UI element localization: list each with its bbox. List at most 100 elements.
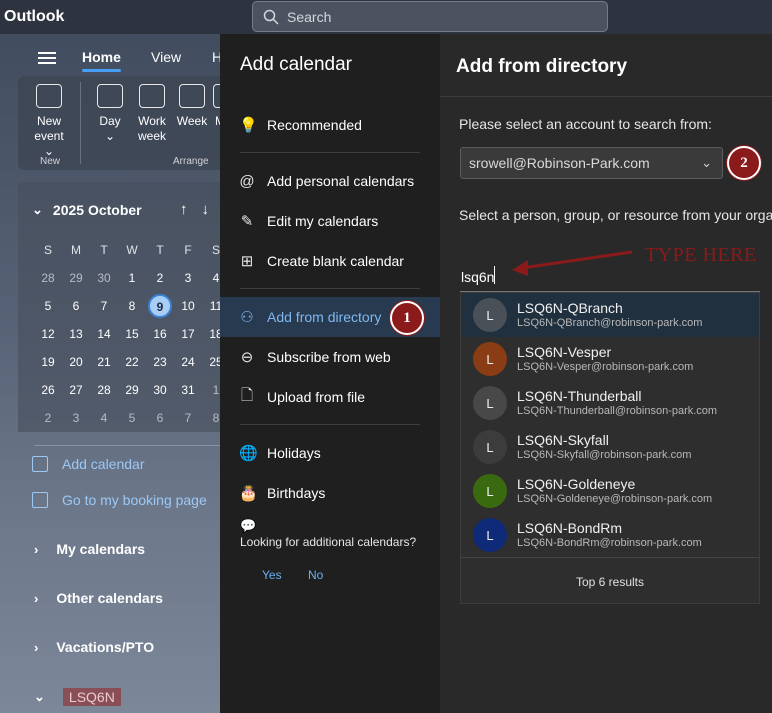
today-marker: 9 xyxy=(148,294,172,318)
section-my-calendars[interactable]: › My calendars xyxy=(34,541,145,557)
calendar-day[interactable]: 6 xyxy=(62,299,90,313)
section-label: Vacations/PTO xyxy=(56,639,155,655)
work-week-icon xyxy=(139,84,165,108)
calendar-day[interactable]: 29 xyxy=(62,271,90,285)
hamburger-menu-icon[interactable] xyxy=(38,52,56,64)
calendar-day[interactable]: 1 xyxy=(118,271,146,285)
calendar-day[interactable]: 6 xyxy=(146,411,174,425)
result-item[interactable]: L LSQ6N-BondRm LSQ6N-BondRm@robinson-park.… xyxy=(461,513,759,557)
calendar-day[interactable]: 12 xyxy=(34,327,62,341)
at-icon: @ xyxy=(239,172,255,190)
menu-birthdays[interactable]: 🎂 Birthdays xyxy=(220,473,440,513)
menu-upload-file[interactable]: 🗋 Upload from file xyxy=(220,377,440,417)
calendar-day[interactable]: 19 xyxy=(34,355,62,369)
result-item[interactable]: L LSQ6N-QBranch LSQ6N-QBranch@robinson-par… xyxy=(461,293,759,337)
menu-label: Add from directory xyxy=(267,309,382,325)
week-view-label: Week xyxy=(176,114,208,128)
weekday-row: S M T W T F S xyxy=(34,236,230,264)
chevron-down-icon: ⌄ xyxy=(701,155,712,170)
section-lsq6n[interactable]: ⌄ LSQ6N xyxy=(34,688,121,706)
menu-label: Add personal calendars xyxy=(267,173,415,189)
new-event-button[interactable]: New event ⌄ xyxy=(28,84,70,159)
calendar-day[interactable]: 28 xyxy=(34,271,62,285)
calendar-day[interactable]: 7 xyxy=(90,299,118,313)
calendar-add-icon: ⊞ xyxy=(240,253,254,270)
calendar-new-icon xyxy=(36,84,62,108)
calendar-day[interactable]: 4 xyxy=(90,411,118,425)
calendar-day[interactable]: 3 xyxy=(62,411,90,425)
calendar-day[interactable]: 13 xyxy=(62,327,90,341)
calendar-day[interactable]: 28 xyxy=(90,383,118,397)
calendar-day[interactable]: 29 xyxy=(118,383,146,397)
day-view-button[interactable]: Day ⌄ xyxy=(92,84,128,144)
group-arrange-label: Arrange xyxy=(173,156,209,167)
calendar-day[interactable]: 3 xyxy=(174,271,202,285)
calendar-day[interactable]: 8 xyxy=(118,299,146,313)
calendar-day[interactable]: 23 xyxy=(146,355,174,369)
section-other-calendars[interactable]: › Other calendars xyxy=(34,590,163,606)
menu-create-blank[interactable]: ⊞ Create blank calendar xyxy=(220,241,440,281)
section-vacations[interactable]: › Vacations/PTO xyxy=(34,639,154,655)
add-calendar-link[interactable]: Add calendar xyxy=(32,456,145,472)
feedback-prompt: 💬 Looking for additional calendars? xyxy=(240,518,420,550)
result-email: LSQ6N-Thunderball@robinson-park.com xyxy=(517,405,718,417)
calendar-day[interactable]: 27 xyxy=(62,383,90,397)
calendar-day[interactable]: 30 xyxy=(90,271,118,285)
result-item[interactable]: L LSQ6N-Vesper LSQ6N-Vesper@robinson-park.… xyxy=(461,337,759,381)
result-item[interactable]: L LSQ6N-Thunderball LSQ6N-Thunderball@robi… xyxy=(461,381,759,425)
menu-recommended[interactable]: 💡 Recommended xyxy=(220,105,440,145)
cake-icon: 🎂 xyxy=(239,485,258,502)
calendar-day[interactable]: 24 xyxy=(174,355,202,369)
calendar-day[interactable]: 5 xyxy=(118,411,146,425)
result-name: LSQ6N-Vesper xyxy=(517,344,612,360)
calendar-day[interactable]: 9 xyxy=(146,294,174,318)
week-view-button[interactable]: Week xyxy=(174,84,210,129)
calendar-day[interactable]: 5 xyxy=(34,299,62,313)
mini-calendar-header[interactable]: ⌄ 2025 October xyxy=(32,202,142,218)
calendar-day[interactable]: 16 xyxy=(146,327,174,341)
menu-holidays[interactable]: 🌐 Holidays xyxy=(220,433,440,473)
week-view-icon xyxy=(179,84,205,108)
day-dropdown-label: ⌄ xyxy=(104,129,116,143)
calendar-day[interactable]: 22 xyxy=(118,355,146,369)
result-item[interactable]: L LSQ6N-Skyfall LSQ6N-Skyfall@robinson-par… xyxy=(461,425,759,469)
calendar-day[interactable]: 2 xyxy=(146,271,174,285)
result-item[interactable]: L LSQ6N-Goldeneye LSQ6N-Goldeneye@robinson… xyxy=(461,469,759,513)
calendar-day[interactable]: 17 xyxy=(174,327,202,341)
result-email: LSQ6N-Goldeneye@robinson-park.com xyxy=(517,493,713,505)
calendar-day[interactable]: 10 xyxy=(174,299,202,313)
lightbulb-icon: 💡 xyxy=(239,117,258,134)
menu-subscribe-web[interactable]: ⊖ Subscribe from web xyxy=(220,337,440,377)
edit-icon: ✎ xyxy=(240,213,254,230)
directory-title: Add from directory xyxy=(456,56,628,77)
feedback-yes-link[interactable]: Yes xyxy=(262,568,282,582)
account-select[interactable]: srowell@Robinson-Park.com ⌄ xyxy=(460,147,723,179)
week-label: week xyxy=(137,129,166,143)
booking-page-link[interactable]: Go to my booking page xyxy=(32,492,207,508)
feedback-no-link[interactable]: No xyxy=(308,568,323,582)
menu-add-personal[interactable]: @ Add personal calendars xyxy=(220,161,440,201)
globe-icon: 🌐 xyxy=(239,445,258,462)
result-name: LSQ6N-Skyfall xyxy=(517,432,609,448)
calendar-day[interactable]: 31 xyxy=(174,383,202,397)
work-week-button[interactable]: Work week xyxy=(134,84,170,144)
result-text: LSQ6N-Goldeneye LSQ6N-Goldeneye@robinson-… xyxy=(517,476,712,506)
calendar-day[interactable]: 21 xyxy=(90,355,118,369)
tab-view[interactable]: View xyxy=(151,49,181,65)
menu-edit-calendars[interactable]: ✎ Edit my calendars xyxy=(220,201,440,241)
calendar-day[interactable]: 15 xyxy=(118,327,146,341)
calendar-day[interactable]: 14 xyxy=(90,327,118,341)
result-name: LSQ6N-QBranch xyxy=(517,300,623,316)
people-search-icon: ⚇ xyxy=(240,309,254,326)
menu-label: Upload from file xyxy=(267,389,366,405)
arrow-up-icon[interactable]: ↑ xyxy=(180,201,188,218)
calendar-day[interactable]: 7 xyxy=(174,411,202,425)
calendar-day[interactable]: 2 xyxy=(34,411,62,425)
global-search-box[interactable]: Search xyxy=(252,1,608,32)
calendar-day[interactable]: 30 xyxy=(146,383,174,397)
calendar-day[interactable]: 20 xyxy=(62,355,90,369)
calendar-day[interactable]: 26 xyxy=(34,383,62,397)
avatar: L xyxy=(473,386,507,420)
tab-home[interactable]: Home xyxy=(82,49,121,72)
arrow-down-icon[interactable]: ↓ xyxy=(202,201,210,218)
